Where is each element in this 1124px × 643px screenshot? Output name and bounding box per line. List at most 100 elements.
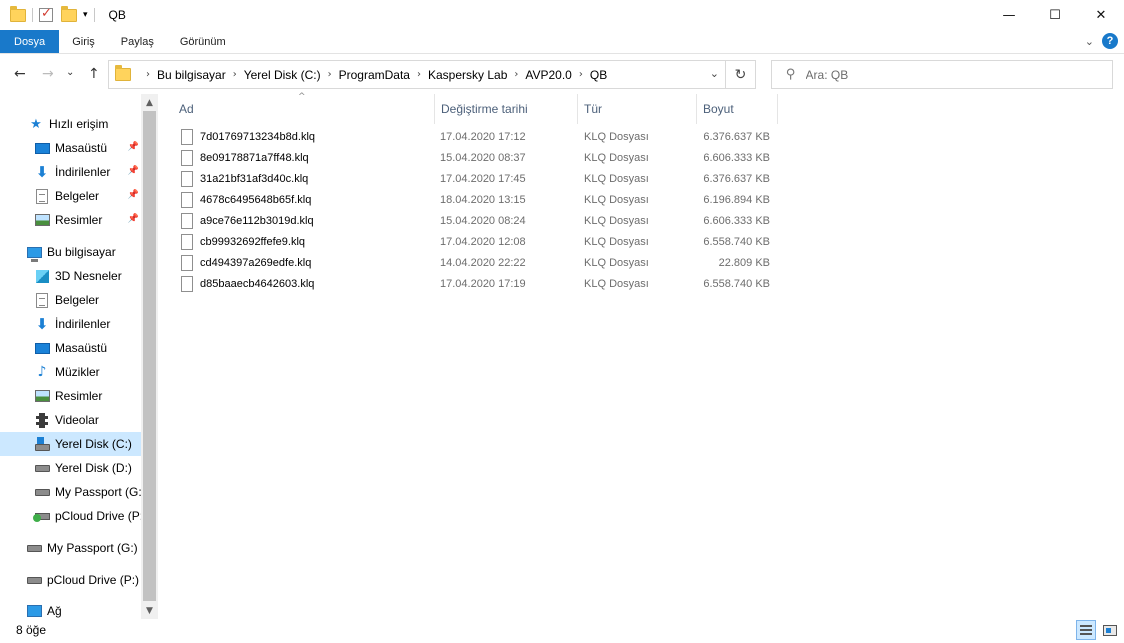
new-folder-icon[interactable]	[61, 5, 77, 22]
sidebar-item-desktop[interactable]: Masaüstü	[0, 336, 141, 360]
sidebar-item-label: pCloud Drive (P:)	[55, 509, 141, 523]
breadcrumb-programdata[interactable]: ProgramData	[339, 68, 410, 82]
breadcrumb-separator-icon[interactable]: ›	[579, 69, 583, 80]
file-date-modified: 17.04.2020 17:12	[440, 131, 526, 143]
file-type: KLQ Dosyası	[584, 152, 649, 164]
sidebar-item-my-passport[interactable]: My Passport (G:)	[0, 480, 141, 504]
customize-toolbar-chevron-down-icon[interactable]: ▾	[83, 10, 88, 20]
tab-home[interactable]: Giriş	[59, 30, 108, 53]
search-input[interactable]	[805, 67, 1086, 82]
close-button[interactable]: ✕	[1078, 0, 1124, 30]
recent-locations-chevron-down-icon[interactable]: ⌄	[66, 67, 74, 78]
tab-view[interactable]: Görünüm	[167, 30, 239, 53]
scrollbar-thumb[interactable]	[143, 111, 156, 601]
column-header-date-modified[interactable]: Değiştirme tarihi	[435, 94, 578, 124]
sidebar-item-downloads-pinned[interactable]: ⬇ İndirilenler 📌	[0, 160, 141, 184]
sidebar-item-pictures-pinned[interactable]: Resimler 📌	[0, 208, 141, 232]
file-type: KLQ Dosyası	[584, 173, 649, 185]
sidebar-item-videos[interactable]: Videolar	[0, 408, 141, 432]
breadcrumb-avp20[interactable]: AVP20.0	[525, 68, 571, 82]
sidebar-item-network[interactable]: Ağ	[0, 599, 141, 619]
sidebar-item-local-disk-d[interactable]: Yerel Disk (D:)	[0, 456, 141, 480]
breadcrumb-qb[interactable]: QB	[590, 68, 607, 82]
sidebar-item-label: Bu bilgisayar	[47, 245, 116, 259]
table-row[interactable]: 31a21bf31af3d40c.klq 17.04.2020 17:45 KL…	[178, 169, 778, 190]
breadcrumb-separator-icon[interactable]: ›	[328, 69, 332, 80]
sidebar-item-pcloud-drive[interactable]: pCloud Drive (P:)	[0, 504, 141, 528]
column-header-name[interactable]: Ad	[173, 94, 435, 124]
tab-share[interactable]: Paylaş	[108, 30, 167, 53]
file-date-modified: 14.04.2020 22:22	[440, 257, 526, 269]
documents-icon	[34, 292, 50, 308]
sidebar-item-3d-objects[interactable]: 3D Nesneler	[0, 264, 141, 288]
sidebar-item-pcloud-drive-root[interactable]: pCloud Drive (P:)	[0, 568, 141, 592]
sidebar-item-music[interactable]: ♪ Müzikler	[0, 360, 141, 384]
scroll-up-arrow-icon[interactable]: ▲	[141, 94, 158, 111]
sidebar-item-quick-access[interactable]: ★ Hızlı erişim	[0, 112, 141, 136]
sidebar-item-label: Hızlı erişim	[49, 117, 109, 131]
file-size: 22.809 KB	[718, 257, 770, 269]
table-row[interactable]: cb99932692ffefe9.klq 17.04.2020 12:08 KL…	[178, 232, 778, 253]
file-icon	[181, 192, 193, 208]
file-name: 4678c6495648b65f.klq	[200, 194, 312, 206]
sidebar-item-label: Ağ	[47, 604, 62, 618]
sidebar-item-pictures[interactable]: Resimler	[0, 384, 141, 408]
file-icon	[181, 129, 193, 145]
sidebar-item-desktop-pinned[interactable]: Masaüstü 📌	[0, 136, 141, 160]
status-bar: 8 öğe	[0, 619, 1124, 643]
expand-ribbon-chevron-down-icon[interactable]: ⌄	[1085, 35, 1094, 48]
scroll-down-arrow-icon[interactable]: ▼	[141, 602, 158, 619]
breadcrumb-this-pc[interactable]: Bu bilgisayar	[157, 68, 226, 82]
details-view-icon	[1080, 625, 1092, 635]
file-size: 6.606.333 KB	[703, 215, 770, 227]
breadcrumb-separator-icon[interactable]: ›	[417, 69, 421, 80]
forward-button[interactable]: →	[42, 66, 54, 82]
table-row[interactable]: cd494397a269edfe.klq 14.04.2020 22:22 KL…	[178, 253, 778, 274]
sidebar-item-my-passport-root[interactable]: My Passport (G:)	[0, 536, 141, 560]
file-icon	[181, 213, 193, 229]
table-row[interactable]: a9ce76e112b3019d.klq 15.04.2020 08:24 KL…	[178, 211, 778, 232]
table-row[interactable]: 8e09178871a7ff48.klq 15.04.2020 08:37 KL…	[178, 148, 778, 169]
navigation-scrollbar[interactable]: ▲ ▼	[141, 94, 158, 619]
desktop-icon	[34, 340, 50, 356]
title-bar: ▾ QB — ☐ ✕	[0, 0, 1124, 30]
window-controls: — ☐ ✕	[986, 0, 1124, 30]
sidebar-item-label: Belgeler	[55, 293, 100, 307]
sidebar-item-local-disk-c[interactable]: Yerel Disk (C:)	[0, 432, 141, 456]
help-icon[interactable]: ?	[1102, 33, 1118, 49]
file-icon	[181, 255, 193, 271]
breadcrumb-local-disk-c[interactable]: Yerel Disk (C:)	[244, 68, 321, 82]
breadcrumb-kaspersky-lab[interactable]: Kaspersky Lab	[428, 68, 507, 82]
drive-icon	[26, 572, 42, 588]
large-icons-view-button[interactable]	[1100, 620, 1120, 640]
minimize-button[interactable]: —	[986, 0, 1032, 30]
details-view-button[interactable]	[1076, 620, 1096, 640]
breadcrumb-separator-icon[interactable]: ›	[514, 69, 518, 80]
breadcrumb: › Bu bilgisayar › Yerel Disk (C:) › Prog…	[139, 68, 607, 82]
table-row[interactable]: d85baaecb4642603.klq 17.04.2020 17:19 KL…	[178, 274, 778, 295]
sidebar-item-documents-pinned[interactable]: Belgeler 📌	[0, 184, 141, 208]
properties-icon[interactable]	[39, 6, 53, 22]
address-history-chevron-down-icon[interactable]: ⌄	[710, 67, 719, 80]
table-row[interactable]: 7d01769713234b8d.klq 17.04.2020 17:12 KL…	[178, 127, 778, 148]
file-type: KLQ Dosyası	[584, 278, 649, 290]
search-box[interactable]: ⚲	[771, 60, 1113, 89]
table-row[interactable]: 4678c6495648b65f.klq 18.04.2020 13:15 KL…	[178, 190, 778, 211]
breadcrumb-separator-icon[interactable]: ›	[233, 69, 237, 80]
back-button[interactable]: ←	[14, 66, 26, 82]
sidebar-item-label: Yerel Disk (D:)	[55, 461, 132, 475]
breadcrumb-separator-icon[interactable]: ›	[146, 69, 150, 80]
sidebar-item-documents[interactable]: Belgeler	[0, 288, 141, 312]
refresh-button[interactable]: ↻	[725, 61, 755, 88]
sidebar-item-this-pc[interactable]: Bu bilgisayar	[0, 240, 141, 264]
tab-file[interactable]: Dosya	[0, 30, 60, 53]
column-divider[interactable]	[777, 94, 778, 124]
sidebar-item-label: Videolar	[55, 413, 99, 427]
up-button[interactable]: ↑	[88, 66, 100, 82]
drive-icon	[34, 460, 50, 476]
column-header-size[interactable]: Boyut	[697, 94, 777, 124]
maximize-button[interactable]: ☐	[1032, 0, 1078, 30]
sidebar-item-downloads[interactable]: ⬇ İndirilenler	[0, 312, 141, 336]
column-header-type[interactable]: Tür	[578, 94, 697, 124]
address-bar[interactable]: › Bu bilgisayar › Yerel Disk (C:) › Prog…	[108, 60, 756, 89]
